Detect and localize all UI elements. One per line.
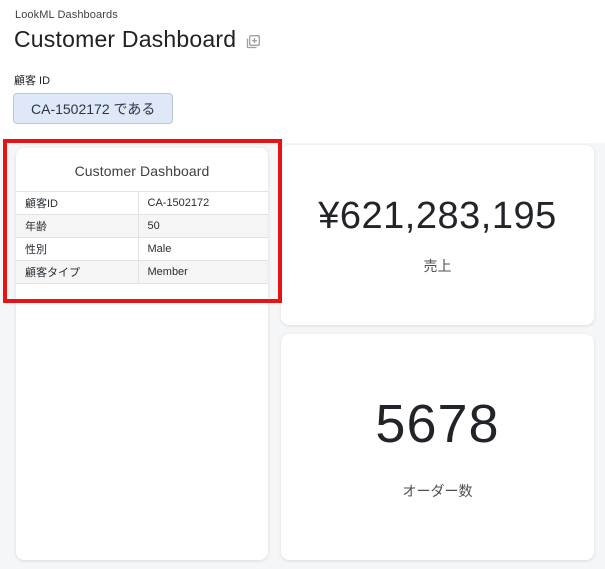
row-value: CA-1502172 [137,191,268,215]
sales-label: 売上 [423,257,452,274]
filter-label: 顧客 ID [14,75,51,87]
dashboard-header: LookML Dashboards Customer Dashboard 顧客 … [0,0,605,143]
page-title: Customer Dashboard [14,26,237,52]
breadcrumb[interactable]: LookML Dashboards [15,9,118,21]
sales-tile[interactable]: ¥621,283,195 売上 [281,145,594,325]
dashboard-canvas: Customer Dashboard 顧客ID CA-1502172 年齢 50… [0,143,605,569]
row-value: Male [137,237,268,261]
table-row: 年齢 50 [16,214,268,238]
customer-detail-tile[interactable]: Customer Dashboard 顧客ID CA-1502172 年齢 50… [16,148,268,560]
tile-title: Customer Dashboard [74,163,210,179]
row-label: 顧客ID [16,191,138,215]
copy-plus-icon[interactable] [245,34,261,50]
row-value: Member [137,260,268,284]
row-label: 顧客タイプ [16,260,138,284]
sales-value: ¥621,283,195 [318,194,557,237]
row-value: 50 [137,214,268,238]
row-label: 年齢 [16,214,138,238]
orders-tile[interactable]: 5678 オーダー数 [281,334,594,560]
customer-detail-table: 顧客ID CA-1502172 年齢 50 性別 Male 顧客タイプ Memb… [16,191,268,284]
filter-chip[interactable]: CA-1502172 である [13,93,174,124]
orders-label: オーダー数 [402,483,473,499]
table-row: 性別 Male [16,237,268,261]
orders-value: 5678 [375,394,500,454]
table-row: 顧客タイプ Member [16,260,268,284]
row-label: 性別 [16,237,138,261]
table-row: 顧客ID CA-1502172 [16,191,268,215]
